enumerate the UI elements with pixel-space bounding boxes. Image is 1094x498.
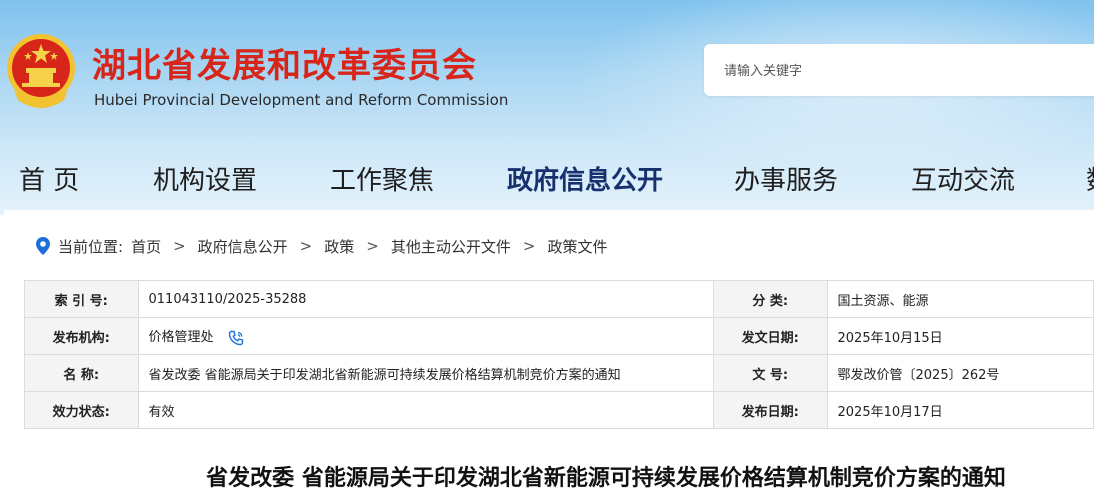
document-meta-table: 索 引 号: 011043110/2025-35288 分 类: 国土资源、能源… xyxy=(24,280,1094,429)
meta-value-publisher: 价格管理处 xyxy=(148,330,214,346)
meta-value-status: 有效 xyxy=(137,391,715,429)
location-pin-icon xyxy=(36,237,50,255)
meta-label-publisher: 发布机构: xyxy=(24,317,139,355)
national-emblem-icon xyxy=(7,34,75,108)
table-row: 索 引 号: 011043110/2025-35288 分 类: 国土资源、能源 xyxy=(24,280,1094,318)
nav-item-interaction[interactable]: 互动交流 xyxy=(911,160,1015,197)
meta-label-index: 索 引 号: xyxy=(24,280,139,318)
nav-item-gov-info[interactable]: 政府信息公开 xyxy=(507,160,663,197)
meta-value-doc-number: 鄂发改价管〔2025〕262号 xyxy=(826,354,1094,392)
meta-label-doc-number: 文 号: xyxy=(713,354,828,392)
nav-item-organization[interactable]: 机构设置 xyxy=(153,160,257,197)
breadcrumb-item-policy-files[interactable]: 政策文件 xyxy=(547,236,607,257)
table-row: 名 称: 省发改委 省能源局关于印发湖北省新能源可持续发展价格结算机制竞价方案的… xyxy=(24,354,1094,392)
nav-item-data[interactable]: 数 xyxy=(1086,160,1094,197)
site-subtitle: Hubei Provincial Development and Reform … xyxy=(94,91,509,109)
meta-label-issue-date: 发文日期: xyxy=(713,317,828,355)
meta-value-name: 省发改委 省能源局关于印发湖北省新能源可持续发展价格结算机制竞价方案的通知 xyxy=(137,354,715,392)
breadcrumb-item-gov-info[interactable]: 政府信息公开 xyxy=(198,236,288,257)
meta-label-category: 分 类: xyxy=(713,280,828,318)
breadcrumb-separator: > xyxy=(366,237,379,255)
site-title[interactable]: 湖北省发展和改革委员会 xyxy=(92,38,477,87)
breadcrumb: 当前位置: 首页 > 政府信息公开 > 政策 > 其他主动公开文件 > 政策文件 xyxy=(36,236,607,256)
table-row: 效力状态: 有效 发布日期: 2025年10月17日 xyxy=(24,391,1094,429)
search-input[interactable] xyxy=(724,60,1084,82)
meta-label-status: 效力状态: xyxy=(24,391,139,429)
breadcrumb-separator: > xyxy=(173,237,186,255)
breadcrumb-separator: > xyxy=(299,237,313,255)
meta-label-publish-date: 发布日期: xyxy=(713,391,828,429)
document-title: 省发改委 省能源局关于印发湖北省新能源可持续发展价格结算机制竞价方案的通知 xyxy=(206,465,1006,491)
search-box[interactable] xyxy=(704,44,1094,96)
nav-item-services[interactable]: 办事服务 xyxy=(734,160,838,197)
phone-icon[interactable] xyxy=(228,330,244,346)
breadcrumb-item-policy[interactable]: 政策 xyxy=(324,236,354,257)
meta-value-index: 011043110/2025-35288 xyxy=(137,280,715,318)
main-nav: 首 页 机构设置 工作聚焦 政府信息公开 办事服务 互动交流 数 xyxy=(0,160,1094,204)
breadcrumb-separator: > xyxy=(522,237,536,255)
nav-item-work-focus[interactable]: 工作聚焦 xyxy=(330,160,434,197)
meta-value-issue-date: 2025年10月15日 xyxy=(826,317,1094,355)
nav-item-home[interactable]: 首 页 xyxy=(19,160,79,197)
breadcrumb-prefix: 当前位置: xyxy=(58,237,124,256)
breadcrumb-item-other-files[interactable]: 其他主动公开文件 xyxy=(391,236,511,257)
meta-label-name: 名 称: xyxy=(24,354,139,392)
table-row: 发布机构: 价格管理处 发文日期: 2025年10月15日 xyxy=(24,317,1094,355)
breadcrumb-item-home[interactable]: 首页 xyxy=(131,236,161,257)
meta-value-category: 国土资源、能源 xyxy=(826,280,1094,318)
meta-value-publisher-cell: 价格管理处 xyxy=(137,317,715,355)
meta-value-publish-date: 2025年10月17日 xyxy=(826,391,1094,429)
